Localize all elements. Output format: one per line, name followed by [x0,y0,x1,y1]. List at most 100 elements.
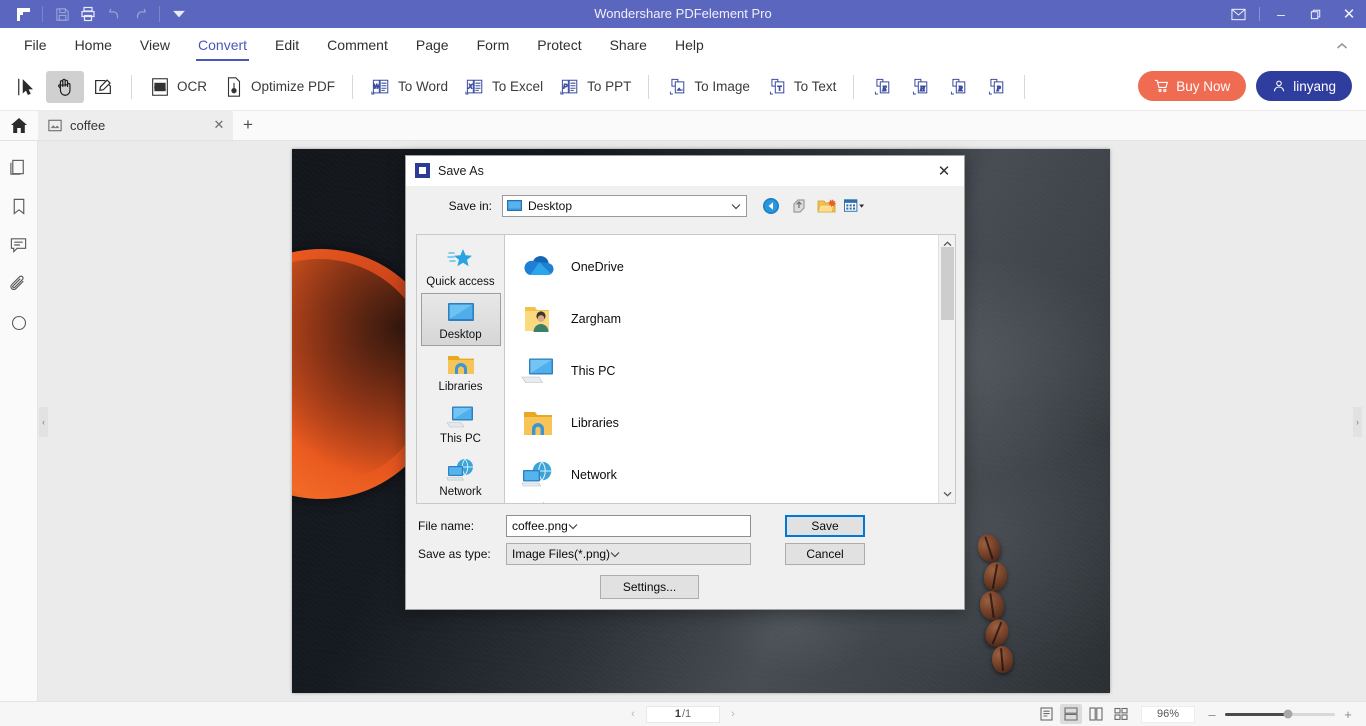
file-list-scrollbar[interactable] [938,235,955,503]
back-icon[interactable] [760,196,781,216]
minimize-button[interactable]: – [1264,0,1298,28]
list-item[interactable]: Libraries [505,397,938,449]
save-button[interactable]: Save [785,515,865,537]
file-name-input[interactable]: coffee.png [506,515,751,537]
place-quick-access[interactable]: Quick access [421,241,501,293]
menu-item-share[interactable]: Share [596,28,661,63]
to-ppt-button[interactable]: P To PPT [551,71,639,103]
optimize-pdf-button[interactable]: Optimize PDF [215,71,343,103]
document-tab-coffee[interactable]: coffee ✕ [38,110,233,140]
save-in-combobox[interactable]: Desktop [502,195,747,217]
chevron-down-icon[interactable] [726,196,746,216]
menu-item-page[interactable]: Page [402,28,463,63]
place-libraries[interactable]: Libraries [421,346,501,398]
menu-item-home[interactable]: Home [61,28,126,63]
logo-icon[interactable] [10,1,36,27]
dialog-close-button[interactable]: ✕ [928,157,960,185]
to-image-button[interactable]: To Image [658,71,758,103]
divider [1259,7,1260,21]
print-icon[interactable] [75,1,101,27]
zoom-slider-handle[interactable] [1283,709,1293,719]
to-rtf-button[interactable]: R [939,71,977,103]
to-word-button[interactable]: W To Word [362,71,456,103]
attachment-icon[interactable] [7,272,31,296]
to-excel-label: To Excel [492,79,544,94]
zoom-out-button[interactable]: – [1204,707,1220,722]
new-folder-icon[interactable] [816,196,837,216]
zoom-slider[interactable] [1225,709,1335,719]
place-this-pc[interactable]: This PC [421,398,501,450]
list-item-partial[interactable] [505,501,938,503]
libraries-folder-icon [446,351,476,379]
customize-dropdown-icon[interactable] [166,1,192,27]
settings-button[interactable]: Settings... [600,575,699,599]
to-html-button[interactable]: H [901,71,939,103]
save-as-type-combobox[interactable]: Image Files(*.png) [506,543,751,565]
up-one-level-icon[interactable] [788,196,809,216]
continuous-view-icon[interactable] [1060,704,1082,724]
view-options-icon[interactable] [844,196,865,216]
chevron-down-icon[interactable] [568,519,578,533]
place-network[interactable]: Network [421,451,501,503]
redo-icon[interactable] [127,1,153,27]
to-pages-button[interactable]: P [977,71,1015,103]
dialog-title-bar: Save As ✕ [406,156,964,186]
shared-folder-icon [521,494,555,503]
left-pane-collapse-handle[interactable]: ‹ [39,407,48,437]
hand-tool[interactable] [46,70,84,103]
menu-item-view[interactable]: View [126,28,184,63]
cancel-button[interactable]: Cancel [785,543,865,565]
place-desktop[interactable]: Desktop [420,293,501,346]
stamp-icon[interactable] [7,311,31,335]
close-icon[interactable]: ✕ [211,117,227,133]
list-item[interactable]: Network [505,449,938,501]
grid-view-icon[interactable] [1110,704,1132,724]
mail-icon[interactable] [1221,0,1255,28]
chevron-down-icon[interactable] [610,547,620,561]
edit-tool[interactable] [84,71,122,103]
scrollbar-thumb[interactable] [941,247,954,320]
save-as-type-label: Save as type: [418,547,491,561]
next-page-button[interactable]: › [724,708,742,720]
single-page-view-icon[interactable] [1035,704,1057,724]
select-tool[interactable] [8,71,46,103]
add-tab-button[interactable]: + [233,110,263,140]
bookmark-icon[interactable] [7,194,31,218]
home-icon[interactable] [0,110,38,140]
menu-item-protect[interactable]: Protect [523,28,595,63]
zoom-in-button[interactable]: + [1340,707,1356,722]
to-excel-button[interactable]: X To Excel [456,71,551,103]
zoom-slider-fill [1225,712,1288,716]
chevron-up-icon[interactable] [1330,28,1354,63]
right-pane-collapse-handle[interactable]: › [1353,407,1362,437]
undo-icon[interactable] [101,1,127,27]
list-item[interactable]: OneDrive [505,241,938,293]
buy-now-button[interactable]: Buy Now [1138,71,1247,101]
to-text-button[interactable]: T To Text [758,71,845,103]
list-item[interactable]: This PC [505,345,938,397]
ocr-button[interactable]: OCR OCR [141,71,215,103]
to-epub-button[interactable]: E [863,71,901,103]
page-number-input[interactable]: 1 /1 [646,705,720,723]
comments-icon[interactable] [7,233,31,257]
save-icon[interactable] [49,1,75,27]
zoom-level-input[interactable]: 96% [1141,705,1195,723]
two-page-view-icon[interactable] [1085,704,1107,724]
menu-item-edit[interactable]: Edit [261,28,313,63]
maximize-button[interactable] [1298,0,1332,28]
menu-item-file[interactable]: File [10,28,61,63]
file-name-row: File name: coffee.png Save [406,512,966,540]
menu-item-help[interactable]: Help [661,28,718,63]
menu-item-convert[interactable]: Convert [184,28,261,63]
menu-item-comment[interactable]: Comment [313,28,402,63]
file-list[interactable]: OneDrive Zargham This PC Libraries Netwo… [504,234,956,504]
thumbnails-icon[interactable] [7,155,31,179]
close-button[interactable]: ✕ [1332,0,1366,28]
user-account-button[interactable]: linyang [1256,71,1352,101]
scroll-down-icon[interactable] [943,487,952,501]
divider [648,74,650,99]
to-image-label: To Image [694,79,750,94]
menu-item-form[interactable]: Form [463,28,524,63]
previous-page-button[interactable]: ‹ [624,708,642,720]
list-item[interactable]: Zargham [505,293,938,345]
